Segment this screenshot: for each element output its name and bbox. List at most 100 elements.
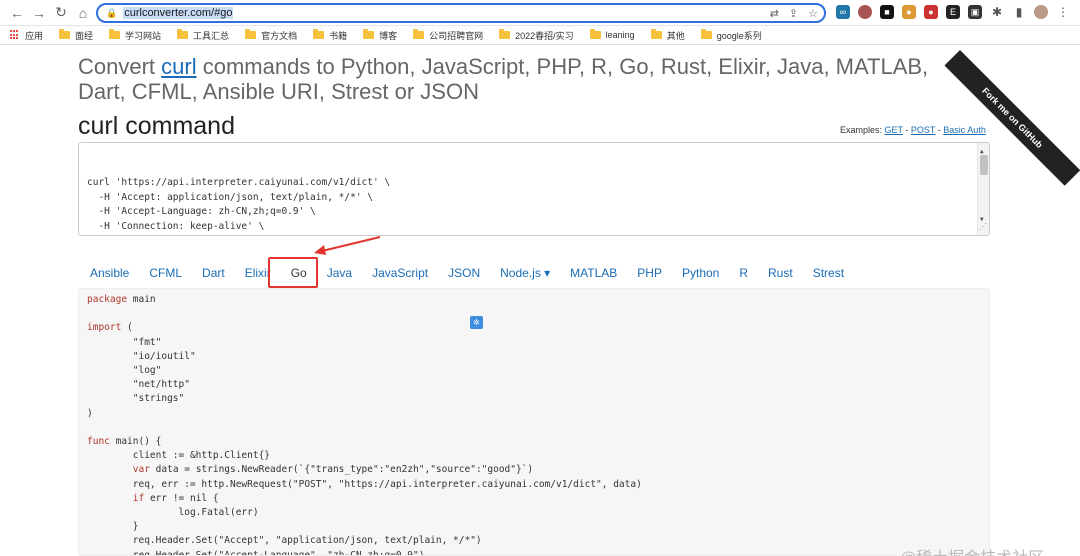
examples-links: Examples: GET - POST - Basic Auth [840, 125, 986, 135]
scroll-thumb[interactable] [980, 155, 988, 175]
bookmark-apps[interactable]: 应用 [10, 29, 43, 42]
extension-icon[interactable]: ▣ [968, 5, 982, 19]
folder-icon [245, 29, 257, 39]
code-line: log.Fatal(err) [87, 507, 259, 519]
extension-bar: ∞ ■ ● ● E ▣ ✱ ▮ ⋮ [836, 5, 1070, 19]
curl-line: curl 'https://api.interpreter.caiyunai.c… [87, 177, 391, 188]
tab-ansible[interactable]: Ansible [80, 260, 139, 286]
home-icon[interactable]: ⌂ [72, 2, 94, 24]
code-line: "log" [87, 365, 162, 377]
code-line: import ( [87, 322, 133, 334]
extension-icon[interactable] [858, 5, 872, 19]
curl-input-text: curl 'https://api.interpreter.caiyunai.c… [87, 176, 981, 235]
translate-icon[interactable]: ⇄ [770, 7, 779, 20]
bookmark-folder[interactable]: 面经 [59, 29, 93, 42]
annotation-highlight-box [268, 257, 318, 288]
folder-icon [589, 29, 601, 39]
avatar[interactable] [1034, 5, 1048, 19]
code-line: "fmt" [87, 336, 162, 348]
tab-cfml[interactable]: CFML [139, 260, 192, 286]
tab-strest[interactable]: Strest [803, 260, 854, 286]
bookmark-folder[interactable]: 工具汇总 [177, 29, 229, 42]
extension-icon[interactable]: ● [924, 5, 938, 19]
code-line: } [87, 521, 139, 533]
address-bar[interactable]: 🔒 curlconverter.com/#go ⇄ ⇪ ☆ [96, 3, 826, 23]
tab-node-js[interactable]: Node.js ▾ [490, 260, 560, 286]
folder-icon [313, 29, 325, 39]
bookmark-folder[interactable]: 公司招聘官网 [413, 29, 483, 42]
bookmark-folder[interactable]: google系列 [700, 29, 762, 42]
folder-icon [499, 29, 511, 39]
curl-input[interactable]: curl 'https://api.interpreter.caiyunai.c… [78, 142, 990, 236]
page-headline: Convert curl commands to Python, JavaScr… [78, 54, 929, 104]
folder-icon [363, 29, 375, 39]
code-line: req, err := http.NewRequest("POST", "htt… [87, 478, 642, 490]
reload-icon[interactable]: ↻ [50, 2, 72, 24]
extension-icon[interactable]: ■ [880, 5, 894, 19]
example-get-link[interactable]: GET [885, 125, 903, 135]
bookmark-folder[interactable]: leaning [589, 29, 635, 40]
curl-line: -H 'Accept-Language: zh-CN,zh;q=0.9' \ [87, 206, 316, 217]
folder-icon [177, 29, 189, 39]
apps-grid-icon [10, 30, 20, 40]
folder-icon [59, 29, 71, 39]
bookmark-folder[interactable]: 学习网站 [109, 29, 161, 42]
bookmark-star-icon[interactable]: ☆ [808, 7, 818, 20]
bookmark-folder[interactable]: 博客 [363, 29, 397, 42]
back-icon[interactable]: ← [6, 2, 28, 24]
extension-icon[interactable]: ∞ [836, 5, 850, 19]
curl-line: -H 'Connection: keep-alive' \ [87, 220, 265, 232]
puzzle-icon[interactable]: ✱ [990, 5, 1004, 19]
folder-icon [413, 29, 425, 39]
bookmarks-bar: 应用 面经 学习网站 工具汇总 官方文档 书籍 博客 公司招聘官网 2022春招… [0, 26, 1080, 45]
share-icon[interactable]: ⇪ [789, 7, 798, 20]
language-tabs: Ansible CFML Dart Elixir Go Java JavaScript JSO… [80, 260, 854, 286]
code-line: var data = strings.NewReader(`{"trans_ty… [132, 464, 534, 476]
code-widget-icon[interactable]: ✲ [470, 316, 483, 329]
sidebar-icon[interactable]: ▮ [1012, 5, 1026, 19]
tab-dart[interactable]: Dart [192, 260, 235, 286]
tab-r[interactable]: R [729, 260, 758, 286]
code-line: package main [87, 294, 156, 305]
code-line: func main() { [87, 436, 162, 448]
resize-handle-icon[interactable]: ⋰ [979, 220, 987, 235]
code-line: req.Header.Set("Accept", "application/js… [87, 535, 482, 547]
folder-icon [109, 29, 121, 39]
code-line: "strings" [87, 393, 185, 405]
section-title: curl command [78, 112, 235, 140]
tab-matlab[interactable]: MATLAB [560, 260, 627, 286]
tab-javascript[interactable]: JavaScript [362, 260, 438, 286]
bookmark-folder[interactable]: 2022春招/实习 [499, 29, 574, 42]
extension-icon[interactable]: E [946, 5, 960, 19]
browser-toolbar: ← → ↻ ⌂ 🔒 curlconverter.com/#go ⇄ ⇪ ☆ ∞ … [0, 0, 1080, 26]
menu-icon[interactable]: ⋮ [1056, 5, 1070, 19]
lock-icon: 🔒 [106, 7, 118, 18]
code-line: ) [87, 407, 93, 419]
code-line: req.Header.Set("Accept-Language", "zh-CN… [87, 549, 425, 556]
tab-php[interactable]: PHP [627, 260, 672, 286]
code-line: "net/http" [87, 379, 190, 391]
folder-icon [650, 29, 662, 39]
curl-link[interactable]: curl [161, 54, 196, 79]
tab-rust[interactable]: Rust [758, 260, 803, 286]
code-line: if err != nil { [132, 492, 219, 504]
extension-icon[interactable]: ● [902, 5, 916, 19]
example-post-link[interactable]: POST [911, 125, 935, 135]
bookmark-folder[interactable]: 书籍 [313, 29, 347, 42]
folder-icon [700, 29, 712, 39]
example-basic-auth-link[interactable]: Basic Auth [943, 125, 986, 135]
forward-icon[interactable]: → [28, 2, 50, 24]
tab-python[interactable]: Python [672, 260, 729, 286]
code-line: "io/ioutil" [87, 350, 196, 362]
annotation-arrow-icon [314, 236, 381, 255]
url-text: curlconverter.com/#go [123, 7, 234, 19]
bookmark-folder[interactable]: 其他 [650, 29, 685, 42]
tab-json[interactable]: JSON [438, 260, 490, 286]
tab-java[interactable]: Java [317, 260, 362, 286]
watermark: @稀土掘金技术社区 [900, 544, 1044, 556]
code-line: client := &http.Client{} [87, 450, 271, 462]
bookmark-folder[interactable]: 官方文档 [245, 29, 297, 42]
code-output[interactable]: package main import ( "fmt" "io/ioutil" … [78, 288, 990, 556]
